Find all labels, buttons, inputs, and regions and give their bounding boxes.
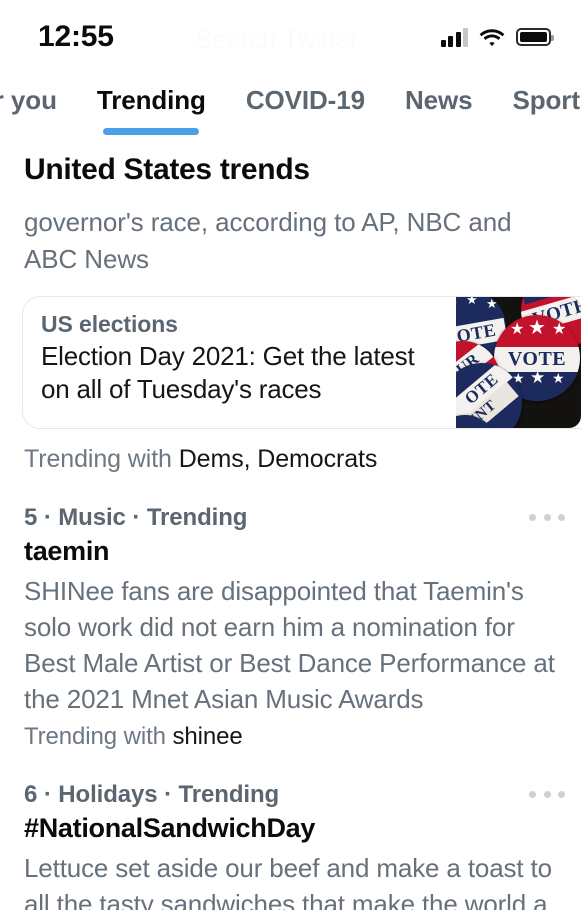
tab-trending[interactable]: Trending bbox=[77, 84, 226, 135]
tab-news[interactable]: News bbox=[385, 84, 493, 135]
more-horizontal-icon[interactable] bbox=[529, 781, 565, 807]
trending-with-label: Trending with bbox=[24, 723, 166, 750]
trending-with-row: Trending with Dems, Democrats bbox=[0, 429, 581, 474]
trend-title: #NationalSandwichDay bbox=[24, 813, 316, 843]
trend-item[interactable]: 5 · Music · Trending taemin SHINee fans … bbox=[0, 474, 581, 751]
trend-meta: 5 · Music · Trending bbox=[24, 504, 248, 531]
trending-with-label: Trending with bbox=[24, 445, 172, 473]
trending-with-value: shinee bbox=[172, 723, 243, 750]
tab-label: Trending bbox=[96, 85, 206, 115]
cellular-signal-icon bbox=[440, 27, 468, 47]
page-title: United States trends bbox=[24, 153, 310, 186]
vote-buttons-photo: VOTE ★ ★ ★ bbox=[456, 297, 581, 428]
status-bar-time: 12:55 bbox=[38, 20, 114, 53]
search-placeholder-ghost: Search Twitter bbox=[196, 26, 359, 54]
trend-footer: Trending with shinee bbox=[24, 723, 557, 751]
status-bar-indicators bbox=[440, 26, 554, 47]
tab-label: Sports bbox=[512, 85, 581, 115]
news-card-category: US elections bbox=[41, 311, 178, 337]
trend-description: Lettuce set aside our beef and make a to… bbox=[24, 850, 557, 910]
trend-meta: 6 · Holidays · Trending bbox=[24, 781, 280, 808]
trend-item[interactable]: 6 · Holidays · Trending #NationalSandwic… bbox=[0, 751, 581, 910]
section-header: United States trends bbox=[0, 135, 581, 205]
trend-item-partial[interactable]: Democrat Terry McAuliffe in the Virginia… bbox=[0, 205, 581, 474]
status-bar: 12:55 Search Twitter bbox=[0, 0, 581, 72]
battery-full-icon bbox=[516, 28, 554, 46]
more-horizontal-icon[interactable] bbox=[529, 504, 565, 530]
trends-scroll-area[interactable]: Democrat Terry McAuliffe in the Virginia… bbox=[0, 205, 581, 910]
wifi-icon bbox=[479, 28, 505, 47]
trending-with-value: Dems, Democrats bbox=[178, 445, 378, 473]
tab-strip[interactable]: or you Trending COVID-19 News Sports bbox=[0, 72, 581, 135]
tab-bar: or you Trending COVID-19 News Sports bbox=[0, 72, 581, 135]
news-card-body: US elections Election Day 2021: Get the … bbox=[23, 297, 456, 428]
trend-description: SHINee fans are disappointed that Taemin… bbox=[24, 576, 555, 714]
tab-label: News bbox=[404, 85, 473, 115]
tab-for-you[interactable]: or you bbox=[0, 84, 77, 135]
active-tab-indicator bbox=[103, 128, 200, 135]
trend-title: taemin bbox=[24, 536, 110, 566]
trend-description-text: Lettuce set aside our beef and make a to… bbox=[24, 853, 552, 910]
tab-label: COVID-19 bbox=[245, 85, 365, 115]
tab-sports[interactable]: Sports bbox=[493, 84, 581, 135]
trend-description: Democrat Terry McAuliffe in the Virginia… bbox=[24, 207, 512, 274]
tab-label: or you bbox=[0, 85, 57, 115]
news-card-title: Election Day 2021: Get the latest on all… bbox=[41, 341, 415, 404]
tab-covid-19[interactable]: COVID-19 bbox=[226, 84, 385, 135]
news-card[interactable]: US elections Election Day 2021: Get the … bbox=[22, 296, 581, 429]
twitter-trending-screen: 12:55 Search Twitter or you bbox=[0, 0, 581, 910]
